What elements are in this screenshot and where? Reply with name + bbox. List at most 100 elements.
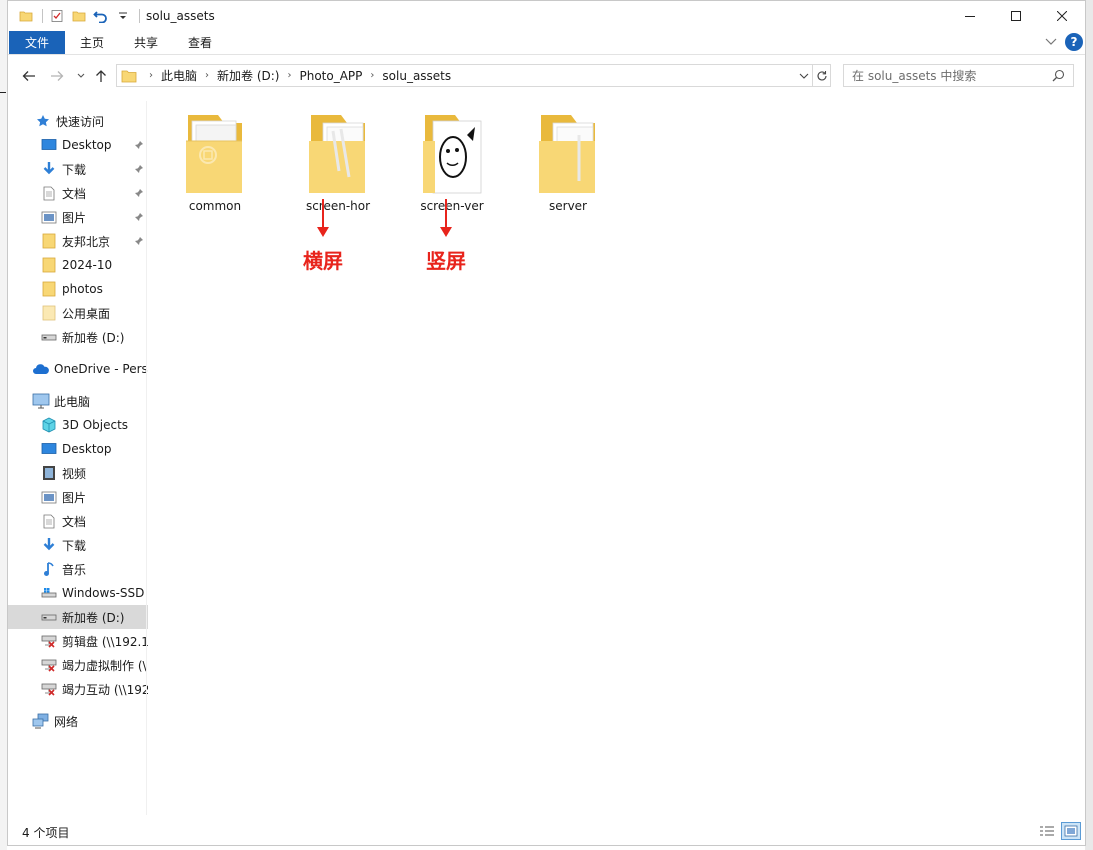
forward-button[interactable] (46, 66, 68, 86)
folder-icon[interactable] (18, 8, 34, 24)
sidebar-item-desktop[interactable]: Desktop (8, 133, 148, 157)
download-icon (40, 160, 58, 178)
pin-icon[interactable] (134, 235, 144, 249)
network-drive-disconnected-icon (40, 632, 58, 650)
sidebar-item-this-pc[interactable]: 此电脑 (8, 389, 148, 413)
folder-icon (40, 280, 58, 298)
chevron-right-icon[interactable]: › (287, 70, 291, 81)
chevron-down-icon[interactable] (794, 65, 812, 86)
pictures-icon (40, 488, 58, 506)
sidebar-item-2024-10[interactable]: 2024-10 (8, 253, 148, 277)
pin-icon[interactable] (134, 163, 144, 177)
sidebar-item-documents-pc[interactable]: 文档 (8, 509, 148, 533)
background-right (1085, 0, 1093, 850)
chevron-right-icon[interactable]: › (149, 70, 153, 81)
sidebar-item-windows-ssd[interactable]: Windows-SSD (8, 581, 148, 605)
folder-icon (532, 107, 604, 197)
pictures-icon (40, 208, 58, 226)
toolbar-separator (139, 9, 140, 23)
download-icon (40, 536, 58, 554)
sidebar-item-onedrive[interactable]: OneDrive - Pers (8, 357, 148, 381)
breadcrumb-drive-d[interactable]: 新加卷 (D:) (217, 67, 279, 84)
breadcrumb-photo-app[interactable]: Photo_APP (299, 69, 362, 83)
folder-name: server (549, 199, 587, 213)
window-title: solu_assets (146, 9, 215, 23)
sidebar-item-network-drive-3[interactable]: 竭力互动 (\\192 (8, 677, 148, 701)
sidebar-item-network-drive-1[interactable]: 剪辑盘 (\\192.1 (8, 629, 148, 653)
customize-toolbar-icon[interactable] (115, 8, 131, 24)
network-drive-disconnected-icon (40, 680, 58, 698)
navigation-bar: › 此电脑 › 新加卷 (D:) › Photo_APP › solu_asse… (8, 61, 1085, 91)
sidebar-item-3d-objects[interactable]: 3D Objects (8, 413, 148, 437)
windows-drive-icon (40, 584, 58, 602)
expand-ribbon-icon[interactable] (1045, 35, 1057, 49)
sidebar-item-documents[interactable]: 文档 (8, 181, 148, 205)
file-list[interactable]: common screen-hor screen-ver server 横屏 竖… (148, 101, 1086, 815)
sidebar-item-network-drive-2[interactable]: 竭力虚拟制作 (\ (8, 653, 148, 677)
close-button[interactable] (1039, 1, 1085, 31)
chevron-right-icon[interactable]: › (370, 70, 374, 81)
new-folder-icon[interactable] (71, 8, 87, 24)
sidebar-item-public-desktop[interactable]: 公用桌面 (8, 301, 148, 325)
details-view-icon[interactable] (1037, 822, 1057, 840)
tab-home[interactable]: 主页 (65, 31, 119, 54)
properties-icon[interactable] (49, 8, 65, 24)
large-icons-view-icon[interactable] (1061, 822, 1081, 840)
maximize-button[interactable] (993, 1, 1039, 31)
folder-icon (179, 107, 251, 197)
folder-icon (302, 107, 374, 197)
breadcrumb-this-pc[interactable]: 此电脑 (161, 67, 197, 84)
folder-icon (117, 69, 141, 83)
breadcrumb-solu-assets[interactable]: solu_assets (382, 69, 451, 83)
sidebar-item-pictures-pc[interactable]: 图片 (8, 485, 148, 509)
sidebar-item-desktop-pc[interactable]: Desktop (8, 437, 148, 461)
sidebar-item-videos[interactable]: 视频 (8, 461, 148, 485)
network-drive-disconnected-icon (40, 656, 58, 674)
sidebar-item-quick-access[interactable]: 快速访问 (8, 109, 148, 133)
drive-icon (40, 328, 58, 346)
cursor-mark (0, 92, 6, 93)
folder-icon (416, 107, 488, 197)
music-icon (40, 560, 58, 578)
refresh-button[interactable] (813, 64, 831, 87)
navigation-pane[interactable]: 快速访问 Desktop 下载 文档 图片 友邦北京 2024-10 photo… (8, 101, 148, 815)
folder-tile-server[interactable]: server (523, 107, 613, 217)
folder-tile-common[interactable]: common (170, 107, 260, 217)
document-icon (40, 512, 58, 530)
search-input[interactable]: 在 solu_assets 中搜索 (852, 67, 976, 84)
address-bar[interactable]: › 此电脑 › 新加卷 (D:) › Photo_APP › solu_asse… (116, 64, 813, 87)
pane-divider[interactable] (146, 101, 147, 815)
search-icon[interactable] (1052, 69, 1065, 85)
minimize-button[interactable] (947, 1, 993, 31)
pin-icon[interactable] (134, 187, 144, 201)
pin-icon[interactable] (134, 139, 144, 153)
tab-file[interactable]: 文件 (9, 31, 66, 54)
arrow-down-icon (440, 199, 452, 237)
sidebar-item-photos[interactable]: photos (8, 277, 148, 301)
computer-icon (32, 392, 50, 410)
sidebar-item-downloads-pc[interactable]: 下载 (8, 533, 148, 557)
sidebar-item-youbang-beijing[interactable]: 友邦北京 (8, 229, 148, 253)
up-button[interactable] (90, 66, 112, 86)
chevron-right-icon[interactable]: › (205, 70, 209, 81)
tab-share[interactable]: 共享 (119, 31, 173, 54)
item-count: 4 个项目 (22, 825, 70, 840)
search-box[interactable]: 在 solu_assets 中搜索 (843, 64, 1074, 87)
sidebar-item-pictures[interactable]: 图片 (8, 205, 148, 229)
desktop-icon (40, 136, 58, 154)
tab-view[interactable]: 查看 (173, 31, 227, 54)
undo-icon[interactable] (93, 8, 109, 24)
sidebar-item-drive-d[interactable]: 新加卷 (D:) (8, 605, 148, 629)
background-left (0, 0, 7, 850)
recent-locations-button[interactable] (70, 66, 92, 86)
drive-icon (40, 608, 58, 626)
sidebar-item-music[interactable]: 音乐 (8, 557, 148, 581)
back-button[interactable] (18, 66, 40, 86)
sidebar-item-network[interactable]: 网络 (8, 709, 148, 733)
annotation-landscape: 横屏 (303, 199, 343, 274)
sidebar-item-drive-d-quick[interactable]: 新加卷 (D:) (8, 325, 148, 349)
sidebar-item-downloads[interactable]: 下载 (8, 157, 148, 181)
help-icon[interactable]: ? (1065, 33, 1083, 51)
quick-access-toolbar: solu_assets (8, 1, 215, 31)
pin-icon[interactable] (134, 211, 144, 225)
